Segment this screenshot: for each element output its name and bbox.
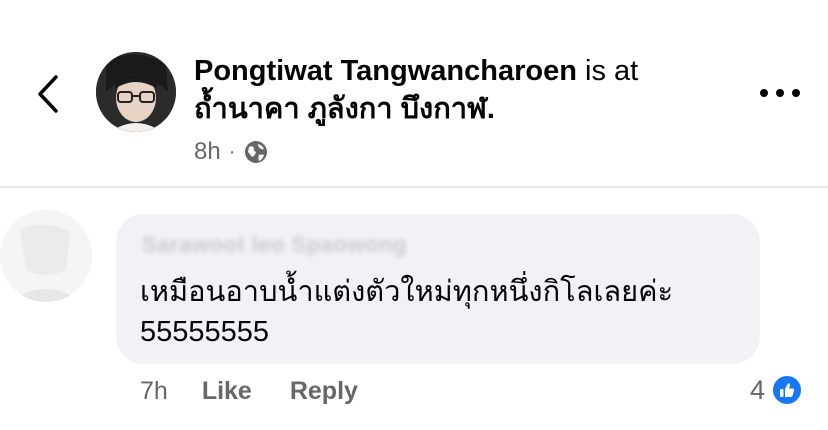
author-name[interactable]: Pongtiwat Tangwancharoen [194,55,577,87]
reaction-count: 4 [750,374,766,405]
comment-actions: 7h Like Reply [140,374,396,408]
commenter-name[interactable]: Sarawoot Ieo Spaowong [142,232,407,258]
author-avatar[interactable] [96,52,176,132]
more-dot [792,89,800,97]
header-divider [0,186,828,188]
comment-time: 7h [140,376,168,405]
post-author-line: Pongtiwat Tangwancharoen is at ถ้ำนาคา ภ… [194,52,754,128]
like-thumb-icon [771,374,804,406]
globe-icon [245,141,268,163]
comment-reactions[interactable]: 4 [750,372,804,408]
reply-button[interactable]: Reply [290,377,358,406]
checkin-place[interactable]: ถ้ำนาคา ภูลังกา บึงกาฬ. [194,93,495,125]
comment-text-line2: 55555555 [140,316,270,348]
like-button[interactable]: Like [202,377,252,406]
meta-separator: · [228,140,236,163]
post-detail-screen: Pongtiwat Tangwancharoen is at ถ้ำนาคา ภ… [0,0,828,430]
post-meta: 8h · [194,136,269,168]
back-button[interactable] [28,72,68,116]
checkin-connector: is at [585,55,639,87]
comment-text: เหมือนอาบน้ำแต่งตัวใหม่ทุกหนึ่งกิโลเลยค่… [140,272,750,352]
more-dot [776,89,784,97]
post-time[interactable]: 8h [194,138,221,166]
more-options-button[interactable] [756,80,804,106]
post-header: Pongtiwat Tangwancharoen is at ถ้ำนาคา ภ… [0,0,828,188]
comment-bubble[interactable]: Sarawoot Ieo Spaowong เหมือนอาบน้ำแต่งตั… [116,214,760,364]
more-dot [760,89,768,97]
commenter-avatar[interactable] [0,210,92,302]
author-photo [96,52,176,132]
commenter-photo [0,210,92,302]
chevron-left-icon [38,75,58,113]
comment-text-line1: เหมือนอาบน้ำแต่งตัวใหม่ทุกหนึ่งกิโลเลยค่… [140,276,674,308]
